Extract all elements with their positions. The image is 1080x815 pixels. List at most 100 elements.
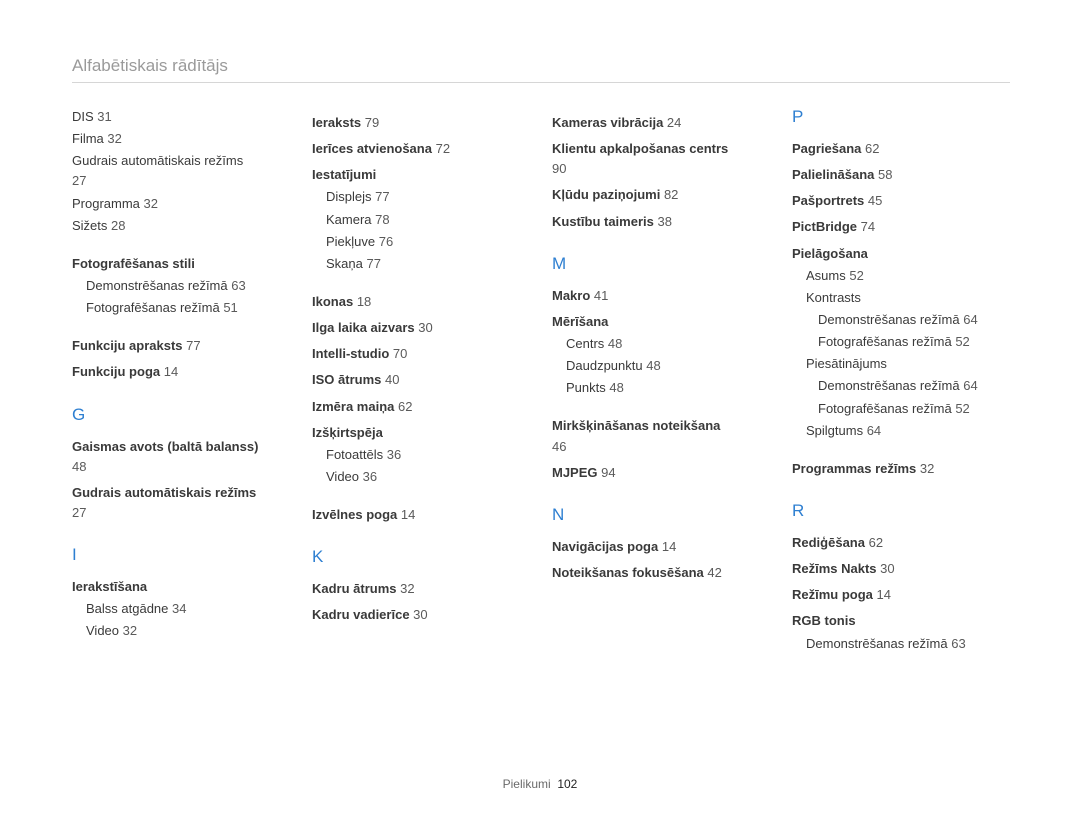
index-entry-bold: Intelli-studio 70	[312, 344, 530, 364]
entry-page: 82	[664, 187, 678, 202]
entry-text: Pielāgošana	[792, 246, 868, 261]
entry-text: Fotografēšanas stili	[72, 256, 195, 271]
index-entry-bold: Pašportrets 45	[792, 191, 1010, 211]
index-subentry: Spilgtums 64	[806, 421, 1010, 441]
index-subentry: Centrs 48	[566, 334, 770, 354]
index-subentry: Fotografēšanas režīmā 51	[86, 298, 290, 318]
entry-text: Centrs	[566, 336, 604, 351]
index-entry-bold: RGB tonis	[792, 611, 1010, 631]
entry-text: Kļūdu paziņojumi	[552, 187, 660, 202]
entry-text: Kadru vadierīce	[312, 607, 410, 622]
entry-text: Navigācijas poga	[552, 539, 658, 554]
entry-page: 76	[379, 234, 393, 249]
entry-text: Video	[86, 623, 119, 638]
index-subentry: Punkts 48	[566, 378, 770, 398]
index-entry-bold: Navigācijas poga 14	[552, 537, 770, 557]
entry-text: Gudrais automātiskais režīms	[72, 485, 256, 500]
entry-page: 52	[955, 334, 969, 349]
index-entry: Gudrais automātiskais režīms27	[72, 151, 290, 191]
entry-text: Režīms Nakts	[792, 561, 877, 576]
index-entry-bold: Izšķirtspēja	[312, 423, 530, 443]
spacer	[72, 238, 290, 248]
footer-page-number: 102	[557, 777, 577, 791]
index-letter: I	[72, 545, 290, 565]
entry-page: 52	[849, 268, 863, 283]
entry-page: 36	[387, 447, 401, 462]
index-entry-bold: Klientu apkalpošanas centrs90	[552, 139, 770, 179]
index-entry-bold: Kļūdu paziņojumi 82	[552, 185, 770, 205]
page-header: Alfabētiskais rādītājs	[72, 56, 1010, 83]
index-subentry: Piesātinājums	[806, 354, 1010, 374]
index-letter: G	[72, 405, 290, 425]
entry-page: 32	[107, 131, 121, 146]
entry-page: 77	[186, 338, 200, 353]
entry-page: 18	[357, 294, 371, 309]
index-entry-bold: Iestatījumi	[312, 165, 530, 185]
index-subentry: Piekļuve 76	[326, 232, 530, 252]
column-4: PPagriešana 62Palielināšana 58Pašportret…	[792, 107, 1010, 656]
entry-text: Demonstrēšanas režīmā	[818, 312, 960, 327]
index-entry-bold: Ierīces atvienošana 72	[312, 139, 530, 159]
index-subentry: Demonstrēšanas režīmā 64	[818, 310, 1010, 330]
entry-page: 32	[123, 623, 137, 638]
index-subentry: Skaņa 77	[326, 254, 530, 274]
entry-page: 46	[552, 439, 566, 454]
index-entry: DIS 31	[72, 107, 290, 127]
entry-page: 77	[367, 256, 381, 271]
entry-page: 78	[375, 212, 389, 227]
index-entry-bold: Pielāgošana	[792, 244, 1010, 264]
entry-text: Klientu apkalpošanas centrs	[552, 141, 728, 156]
entry-page: 79	[365, 115, 379, 130]
entry-text: Programmas režīms	[792, 461, 916, 476]
entry-page: 14	[401, 507, 415, 522]
entry-text: Fotoattēls	[326, 447, 383, 462]
index-entry-bold: Kameras vibrācija 24	[552, 113, 770, 133]
entry-text: Ierīces atvienošana	[312, 141, 432, 156]
entry-page: 63	[951, 636, 965, 651]
entry-text: ISO ātrums	[312, 372, 381, 387]
entry-text: Demonstrēšanas režīmā	[806, 636, 948, 651]
entry-page: 62	[865, 141, 879, 156]
index-entry-bold: Funkciju apraksts 77	[72, 336, 290, 356]
entry-text: Makro	[552, 288, 590, 303]
index-entry-bold: Funkciju poga 14	[72, 362, 290, 382]
entry-page: 14	[877, 587, 891, 602]
entry-page: 30	[880, 561, 894, 576]
entry-text: Ikonas	[312, 294, 353, 309]
entry-page: 63	[231, 278, 245, 293]
index-entry-bold: Kadru ātrums 32	[312, 579, 530, 599]
index-subentry: Displejs 77	[326, 187, 530, 207]
entry-text: Funkciju poga	[72, 364, 160, 379]
index-letter: R	[792, 501, 1010, 521]
column-3: Kameras vibrācija 24 Klientu apkalpošanas…	[552, 107, 770, 656]
index-entry-bold: Izvēlnes poga 14	[312, 505, 530, 525]
spacer	[552, 400, 770, 410]
entry-text: Spilgtums	[806, 423, 863, 438]
entry-text: Pašportrets	[792, 193, 864, 208]
entry-text: Gaismas avots (baltā balanss)	[72, 439, 258, 454]
index-entry-bold: Makro 41	[552, 286, 770, 306]
entry-page: 36	[363, 469, 377, 484]
entry-text: Piesātinājums	[806, 356, 887, 371]
entry-text: Kadru ātrums	[312, 581, 397, 596]
entry-page: 52	[955, 401, 969, 416]
index-entry-bold: Ilga laika aizvars 30	[312, 318, 530, 338]
entry-text: Fotografēšanas režīmā	[818, 401, 952, 416]
column-1: DIS 31Filma 32Gudrais automātiskais režī…	[72, 107, 290, 656]
entry-text: Piekļuve	[326, 234, 375, 249]
entry-page: 77	[375, 189, 389, 204]
entry-page: 62	[869, 535, 883, 550]
entry-page: 28	[111, 218, 125, 233]
index-columns: DIS 31Filma 32Gudrais automātiskais režī…	[72, 107, 1010, 656]
index-entry: Filma 32	[72, 129, 290, 149]
spacer	[312, 276, 530, 286]
index-entry-bold: Gaismas avots (baltā balanss)48	[72, 437, 290, 477]
entry-page: 14	[164, 364, 178, 379]
index-entry-bold: Programmas režīms 32	[792, 459, 1010, 479]
index-subentry: Fotografēšanas režīmā 52	[818, 332, 1010, 352]
index-entry-bold: Rediģēšana 62	[792, 533, 1010, 553]
index-subentry: Demonstrēšanas režīmā 63	[806, 634, 1010, 654]
entry-page: 42	[707, 565, 721, 580]
entry-page: 32	[144, 196, 158, 211]
entry-page: 24	[667, 115, 681, 130]
